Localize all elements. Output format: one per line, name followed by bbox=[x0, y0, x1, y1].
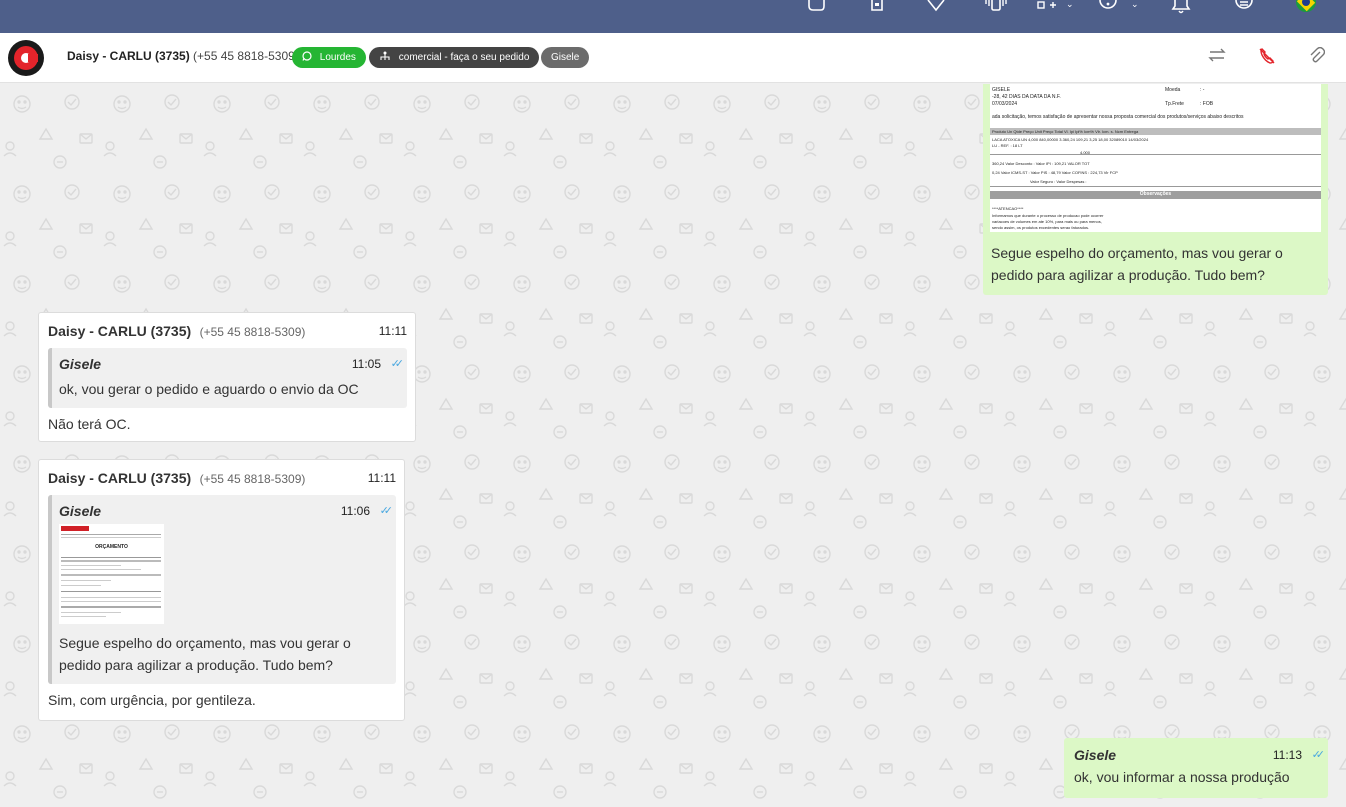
quoted-time: 11:05 bbox=[351, 357, 381, 371]
message-text: Segue espelho do orçamento, mas vou gera… bbox=[991, 245, 1283, 283]
doc-line: 360,24 Valor Desconto : Valor IPI : 109,… bbox=[992, 161, 1090, 166]
whatsapp-icon bbox=[302, 51, 315, 63]
chevron-down-icon[interactable]: ⌄ bbox=[1131, 0, 1139, 10]
sender-phone: (+55 45 8818-5309) bbox=[199, 472, 306, 486]
quoted-text: ok, vou gerar o pedido e aguardo o envio… bbox=[59, 381, 359, 397]
doc-line: Valor Seguro : Valor Despesas : bbox=[1030, 179, 1087, 184]
menu-circle-icon[interactable] bbox=[1233, 0, 1255, 14]
doc-line: ada solicitação, temos satisfação de apr… bbox=[992, 114, 1244, 120]
thumbnail-title: ORÇAMENTO bbox=[95, 544, 128, 550]
quoted-sender: Gisele bbox=[59, 356, 102, 372]
sitemap-icon bbox=[379, 51, 394, 63]
message-text: Não terá OC. bbox=[48, 416, 131, 432]
sender-name: Daisy - CARLU (3735) bbox=[48, 323, 192, 339]
quoted-time: 11:06 bbox=[340, 504, 370, 518]
doc-line: : - bbox=[1200, 87, 1205, 93]
sender-name: Gisele bbox=[1074, 747, 1117, 763]
read-receipt-icon: ✓✓ bbox=[379, 505, 394, 517]
incoming-message[interactable]: Daisy - CARLU (3735) (+55 45 8818-5309) … bbox=[38, 459, 405, 721]
message-time: 11:13 bbox=[1272, 748, 1302, 762]
doc-line: ****ATENCAO**** bbox=[992, 206, 1024, 211]
quote-document-image[interactable]: GISELE -28, 42 DIAS DA DATA DA N.F. 07/0… bbox=[990, 84, 1321, 232]
check-heart-icon[interactable] bbox=[925, 0, 947, 14]
outgoing-message[interactable]: GISELE -28, 42 DIAS DA DATA DA N.F. 07/0… bbox=[983, 84, 1328, 295]
transfer-icon[interactable] bbox=[1206, 47, 1228, 69]
paperclip-icon[interactable] bbox=[1306, 46, 1328, 69]
message-time: 11:11 bbox=[378, 324, 407, 338]
doc-line: 0,24 Valor ICMS-ST : Valor PIS : 48,79 V… bbox=[992, 170, 1118, 175]
queue-chip[interactable]: comercial - faça o seu pedido bbox=[369, 47, 540, 68]
apps-add-icon[interactable] bbox=[1036, 0, 1058, 14]
company-logo bbox=[61, 526, 89, 531]
chevron-down-icon[interactable]: ⌄ bbox=[1066, 0, 1074, 10]
sender-name: Daisy - CARLU (3735) bbox=[48, 470, 192, 486]
doc-line: Observações bbox=[990, 191, 1321, 199]
quoted-sender: Gisele bbox=[59, 503, 102, 519]
brazil-flag-icon[interactable] bbox=[1296, 0, 1316, 12]
chat-bubbles-icon[interactable] bbox=[805, 0, 827, 14]
doc-line: -28, 42 DIAS DA DATA DA N.F. bbox=[992, 94, 1061, 100]
message-time: 11:11 bbox=[367, 471, 396, 485]
quoted-text: Segue espelho do orçamento, mas vou gera… bbox=[59, 635, 351, 673]
clipboard-icon[interactable] bbox=[866, 0, 888, 14]
read-receipt-icon: ✓✓ bbox=[1311, 749, 1326, 761]
doc-line: 07/03/2024 bbox=[992, 101, 1018, 107]
doc-line: sendo assim, os produtos excedentes sera… bbox=[992, 225, 1090, 230]
help-icon[interactable] bbox=[1097, 0, 1119, 14]
end-call-icon[interactable] bbox=[1256, 47, 1278, 69]
message-text: ok, vou informar a nossa produção bbox=[1074, 769, 1290, 785]
quote-document-thumbnail[interactable]: ORÇAMENTO bbox=[59, 524, 164, 624]
top-navigation-bar: ⌄ ⌄ bbox=[0, 0, 1346, 33]
doc-line: GISELE bbox=[992, 87, 1011, 93]
queue-chip-label: comercial - faça o seu pedido bbox=[398, 52, 530, 63]
phone-vibrate-icon[interactable] bbox=[985, 0, 1007, 14]
user-chip[interactable]: Gisele bbox=[541, 47, 590, 68]
chat-messages-area[interactable]: GISELE -28, 42 DIAS DA DATA DA N.F. 07/0… bbox=[0, 84, 1346, 807]
sender-phone: (+55 45 8818-5309) bbox=[199, 325, 306, 339]
agent-chip[interactable]: Lourdes bbox=[292, 47, 366, 68]
doc-line: : FOB bbox=[1200, 101, 1214, 107]
bell-icon[interactable] bbox=[1170, 0, 1192, 14]
outgoing-message[interactable]: Gisele 11:13 ✓✓ ok, vou informar a nossa… bbox=[1064, 738, 1328, 798]
incoming-message[interactable]: Daisy - CARLU (3735) (+55 45 8818-5309) … bbox=[38, 312, 416, 442]
doc-line: LU - REF. : 18 LT bbox=[992, 143, 1023, 148]
quoted-message[interactable]: Gisele 11:06 ✓✓ ORÇAMENTO Segue espelho … bbox=[48, 495, 396, 684]
chat-header: Daisy - CARLU (3735) (+55 45 8818-5309) … bbox=[0, 33, 1346, 83]
doc-line: Tp.Frete bbox=[1165, 101, 1184, 107]
quoted-message[interactable]: Gisele 11:05 ✓✓ ok, vou gerar o pedido e… bbox=[48, 348, 407, 408]
doc-line: Moeda bbox=[1165, 87, 1181, 93]
contact-phone: (+55 45 8818-5309) bbox=[193, 49, 299, 63]
contact-title[interactable]: Daisy - CARLU (3735) (+55 45 8818-5309) bbox=[67, 49, 299, 63]
agent-chip-label: Lourdes bbox=[319, 52, 356, 63]
read-receipt-icon: ✓✓ bbox=[390, 358, 405, 370]
user-chip-label: Gisele bbox=[551, 52, 580, 63]
doc-line: Produto Un Qtde Preço Unit Preço Total V… bbox=[992, 129, 1139, 134]
avatar[interactable] bbox=[8, 40, 44, 76]
contact-name: Daisy - CARLU (3735) bbox=[67, 49, 190, 63]
message-text: Sim, com urgência, por gentileza. bbox=[48, 692, 256, 708]
